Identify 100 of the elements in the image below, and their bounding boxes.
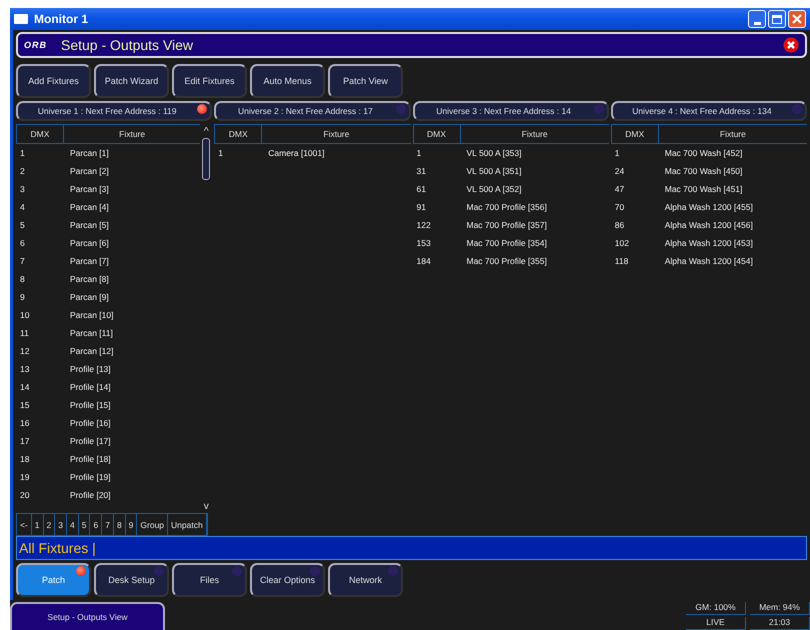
- table-cell-text: 8: [19, 274, 26, 284]
- table-cell-text: 153: [416, 238, 432, 248]
- keypad-button[interactable]: 2: [44, 514, 56, 535]
- table-cell-text: 9: [19, 292, 26, 302]
- table-cell-text: 20: [19, 490, 30, 500]
- table-cell-text: Parcan [1]: [69, 148, 110, 158]
- column-header: Fixture: [520, 128, 549, 141]
- status-cell: 21:03: [750, 617, 810, 630]
- table-cell-text: Mac 700 Wash [452]: [664, 148, 744, 158]
- table-cell-text: 86: [614, 220, 626, 230]
- table-cell-text: Profile [16]: [69, 418, 112, 428]
- menu-tab[interactable]: Network: [328, 563, 403, 597]
- table-cell-text: Mac 700 Wash [451]: [664, 184, 744, 194]
- table-cell-text: Mac 700 Profile [355]: [466, 256, 548, 266]
- table-cell-text: 15: [19, 400, 30, 410]
- menu-tab[interactable]: Patch: [16, 563, 91, 597]
- close-button[interactable]: [788, 10, 806, 28]
- table-cell-text: 184: [416, 256, 432, 266]
- taskbar-window-button[interactable]: Setup - Outputs View: [10, 602, 165, 630]
- table-cell-text: Alpha Wash 1200 [453]: [664, 238, 754, 248]
- table-cell-text: Profile [18]: [69, 454, 112, 464]
- keypad-button[interactable]: 7: [102, 514, 114, 535]
- table-cell-text: 70: [614, 202, 626, 212]
- maximize-button[interactable]: [768, 10, 786, 28]
- keypad-button[interactable]: 3: [55, 514, 67, 535]
- toolbar-button[interactable]: Add Fixtures: [16, 64, 91, 98]
- scroll-down-button[interactable]: v: [204, 499, 209, 513]
- table-cell-text: 16: [19, 418, 30, 428]
- universe-tab[interactable]: Universe 2 : Next Free Address : 17: [214, 101, 410, 121]
- table-cell-text: Profile [13]: [69, 364, 112, 374]
- table-cell-text: Alpha Wash 1200 [454]: [664, 256, 754, 266]
- column-header: DMX: [16, 125, 64, 143]
- toolbar-button[interactable]: Edit Fixtures: [172, 64, 247, 98]
- table-cell-text: Parcan [9]: [69, 292, 110, 302]
- column-header: Fixture: [718, 128, 747, 141]
- minimize-button[interactable]: [748, 10, 766, 28]
- table-cell-text: 1: [19, 148, 26, 158]
- column-header: DMX: [412, 125, 460, 143]
- table-cell-text: Parcan [2]: [69, 166, 110, 176]
- table-cell-text: Parcan [5]: [69, 220, 110, 230]
- window-title: Monitor 1: [34, 12, 89, 26]
- table-cell-text: VL 500 A [353]: [466, 148, 522, 158]
- universe-tab[interactable]: Universe 4 : Next Free Address : 134: [610, 101, 807, 121]
- keypad-button[interactable]: <-: [17, 514, 32, 535]
- table-cell-text: 7: [19, 256, 26, 266]
- table-cell-text: 3: [19, 184, 26, 194]
- table-cell-text: 10: [19, 310, 30, 320]
- table-cell-text: 2: [19, 166, 26, 176]
- scroll-up-button[interactable]: ^: [204, 124, 209, 138]
- table-cell-text: 118: [614, 256, 630, 266]
- status-cell: GM: 100%: [686, 602, 746, 615]
- table-cell-text: Alpha Wash 1200 [455]: [664, 202, 754, 212]
- table-cell-text: Parcan [12]: [69, 346, 114, 356]
- menu-tab[interactable]: Files: [172, 563, 247, 597]
- keypad-button[interactable]: 6: [90, 514, 102, 535]
- keypad-button[interactable]: 4: [67, 514, 79, 535]
- table-cell-text: 1: [416, 148, 422, 158]
- table-cell-text: 19: [19, 472, 30, 482]
- toolbar-button[interactable]: Patch Wizard: [94, 64, 169, 98]
- universe-tab[interactable]: Universe 3 : Next Free Address : 14: [412, 101, 609, 121]
- column-header: DMX: [610, 125, 659, 143]
- keypad-button[interactable]: 1: [32, 514, 44, 535]
- column-header: Fixture: [118, 128, 146, 141]
- table-cell-text: 11: [19, 328, 30, 338]
- table-cell-text: Mac 700 Profile [354]: [466, 238, 548, 248]
- scroll-thumb[interactable]: [202, 138, 210, 180]
- table-cell-text: 17: [19, 436, 30, 446]
- table-cell-text: Camera [1001]: [267, 148, 326, 158]
- table-cell-text: 91: [416, 202, 427, 212]
- toolbar-button[interactable]: Patch View: [328, 64, 403, 98]
- table-cell-text: VL 500 A [352]: [466, 184, 522, 194]
- logo-text: ORB: [24, 40, 47, 50]
- table-cell-text: Mac 700 Wash [450]: [664, 166, 744, 176]
- table-cell-text: 5: [19, 220, 26, 230]
- table-cell-text: Alpha Wash 1200 [456]: [664, 220, 754, 230]
- table-cell-text: Parcan [10]: [69, 310, 114, 320]
- close-icon[interactable]: [783, 37, 799, 53]
- keypad-button[interactable]: 8: [114, 514, 126, 535]
- universe-tab[interactable]: Universe 1 : Next Free Address : 119: [16, 101, 212, 121]
- table-cell-text: 1: [614, 148, 620, 158]
- table-cell-text: 14: [19, 382, 30, 392]
- table-cell-text: Parcan [8]: [69, 274, 110, 284]
- keypad-button[interactable]: Unpatch: [168, 514, 207, 535]
- menu-tab[interactable]: Clear Options: [250, 563, 325, 597]
- table-cell-text: 102: [614, 238, 630, 248]
- table-cell-text: Profile [19]: [69, 472, 112, 482]
- toolbar-button[interactable]: Auto Menus: [250, 64, 325, 98]
- table-cell-text: 31: [416, 166, 427, 176]
- keypad-button[interactable]: 5: [78, 514, 90, 535]
- table-cell-text: Parcan [11]: [69, 328, 114, 338]
- close-icon: [790, 12, 804, 26]
- table-cell-text: 122: [416, 220, 432, 230]
- table-cell-text: Profile [17]: [69, 436, 112, 446]
- table-cell-text: 61: [416, 184, 427, 194]
- table-cell-text: 47: [614, 184, 626, 194]
- menu-tab[interactable]: Desk Setup: [94, 563, 169, 597]
- keypad-button[interactable]: Group: [137, 514, 168, 535]
- keypad-button[interactable]: 9: [126, 514, 138, 535]
- table-cell-text: VL 500 A [351]: [466, 166, 522, 176]
- column-header: Fixture: [322, 128, 350, 141]
